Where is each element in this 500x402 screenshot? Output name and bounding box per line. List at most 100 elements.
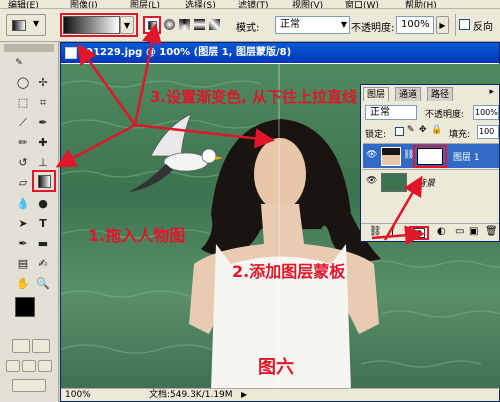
menu-window[interactable]: 窗口(W) <box>345 0 379 8</box>
document-title-bar[interactable]: 91229.jpg @ 100% (图层 1, 图层蒙版/8) <box>61 43 499 63</box>
adjustment-layer-icon[interactable]: ◐ <box>437 226 446 237</box>
toolbox: ✎ ◯ ✢ ⬚ ⌗ ⟋ ✒ ✏ ✚ ↺ ⊥ ▱ 💧 ● ➤ T ✒ ▬ ▤ ✍ … <box>0 42 59 402</box>
eyedropper-tool-icon[interactable]: ✍ <box>36 257 50 271</box>
angle-gradient-icon[interactable] <box>179 19 190 30</box>
healing-brush-icon[interactable]: ✚ <box>36 136 50 150</box>
lasso-icon[interactable]: ◯ <box>16 76 30 90</box>
eye-icon[interactable]: 👁 <box>366 150 377 160</box>
lock-label: 锁定: <box>365 130 387 140</box>
path-selection-icon[interactable]: ➤ <box>16 217 30 231</box>
eraser-icon[interactable]: ▱ <box>16 176 30 190</box>
dodge-icon[interactable]: ● <box>36 197 50 211</box>
blend-mode-value: 正常 <box>370 107 390 118</box>
tab-layers[interactable]: 图层 <box>363 87 390 101</box>
chevron-down-icon: ▼ <box>33 19 40 28</box>
mode-select[interactable]: 正常 ▼ <box>275 16 350 34</box>
menu-image[interactable]: 图像(I) <box>70 0 98 8</box>
lock-transparency-icon[interactable] <box>395 127 404 136</box>
quick-mask-button[interactable] <box>32 339 50 353</box>
tab-paths[interactable]: 路径 <box>427 87 454 101</box>
fill-label: 填充: <box>449 130 471 140</box>
reflected-gradient-icon[interactable] <box>194 19 205 30</box>
jump-to-imageready-button[interactable] <box>12 379 46 392</box>
layer-thumbnail[interactable] <box>381 173 407 192</box>
status-arrow-icon[interactable]: ▶ <box>241 389 247 401</box>
linear-gradient-button[interactable] <box>143 16 161 34</box>
shape-icon[interactable]: ▬ <box>36 237 50 251</box>
linear-gradient-icon <box>148 21 157 30</box>
figure-caption: 图六 <box>258 357 294 378</box>
gradient-editor-swatch[interactable] <box>63 16 120 34</box>
layer-name[interactable]: 背景 <box>417 176 435 189</box>
eye-icon[interactable]: 👁 <box>366 176 377 186</box>
blur-icon[interactable]: 💧 <box>16 197 30 211</box>
opacity-input[interactable]: 100% <box>396 16 434 34</box>
fill-input[interactable]: 100 <box>477 125 499 139</box>
menu-select[interactable]: 选择(S) <box>185 0 216 8</box>
menu-bar: 编辑(E) 图像(I) 图层(L) 选择(S) 滤镜(T) 视图(V) 窗口(W… <box>0 0 500 9</box>
diamond-gradient-icon[interactable] <box>209 19 220 30</box>
reverse-checkbox[interactable] <box>459 19 470 30</box>
screen-mode-standard[interactable] <box>6 360 20 372</box>
foreground-color-swatch[interactable] <box>15 297 35 317</box>
menu-help[interactable]: 帮助(H) <box>405 0 437 8</box>
menu-view[interactable]: 视图(V) <box>292 0 323 8</box>
eyedropper-icon[interactable]: ✒ <box>36 116 50 130</box>
opacity-slider-button[interactable]: ▶ <box>436 16 449 34</box>
toolbox-grip[interactable] <box>4 44 54 52</box>
trash-icon[interactable]: 🗑 <box>485 226 498 237</box>
standard-mode-button[interactable] <box>12 339 30 353</box>
crop-icon[interactable]: ⌗ <box>36 96 50 110</box>
brush-icon[interactable]: ✏ <box>16 136 30 150</box>
layer-name[interactable]: 图层 1 <box>453 150 480 163</box>
layer-mask-thumbnail[interactable] <box>417 148 443 165</box>
radial-gradient-icon[interactable] <box>164 19 175 30</box>
lock-all-icon[interactable]: 🔒 <box>431 125 442 135</box>
lock-move-icon[interactable]: ✥ <box>419 125 427 135</box>
add-layer-mask-button[interactable] <box>413 228 425 238</box>
menu-layer[interactable]: 图层(L) <box>130 0 160 8</box>
gradient-type-buttons <box>143 16 221 34</box>
document-title: 91229.jpg @ 100% (图层 1, 图层蒙版/8) <box>86 47 292 58</box>
clone-stamp-icon[interactable]: ⊥ <box>36 156 50 170</box>
menu-filter[interactable]: 滤镜(T) <box>238 0 269 8</box>
layer-thumbnail[interactable] <box>381 147 401 166</box>
document-size: 文档:549.3K/1.19M <box>149 390 233 400</box>
new-group-icon[interactable]: ▭ <box>455 226 464 237</box>
slice-icon[interactable]: ⟋ <box>16 116 30 130</box>
pen-icon[interactable]: ✒ <box>16 237 30 251</box>
notes-icon[interactable]: ▤ <box>16 257 30 271</box>
gradient-dropdown-button[interactable]: ▼ <box>120 16 134 34</box>
type-tool-icon[interactable]: T <box>36 217 50 231</box>
mask-icon <box>416 230 422 236</box>
opacity-label: 不透明度: <box>351 23 395 34</box>
menu-edit[interactable]: 编辑(E) <box>8 0 39 8</box>
history-brush-icon[interactable]: ↺ <box>16 156 30 170</box>
screen-mode-full-menu[interactable] <box>22 360 36 372</box>
layers-panel: 图层 通道 路径 ▸ 正常 不透明度: 100% 锁定: ✎ ✥ 🔒 填充: 1… <box>360 84 500 242</box>
layer-row-layer1[interactable]: 👁 ⛓ 图层 1 <box>363 143 499 168</box>
feather-icon: ✎ <box>15 58 23 68</box>
zoom-icon[interactable]: 🔍 <box>36 277 50 291</box>
layer-style-icon[interactable]: ƒ <box>391 226 395 237</box>
panel-menu-icon[interactable]: ▸ <box>489 87 494 97</box>
new-layer-icon[interactable]: ▣ <box>469 226 478 237</box>
layer-opacity-label: 不透明度: <box>425 110 465 120</box>
gradient-tool-button[interactable] <box>38 175 51 188</box>
layer-opacity-input[interactable]: 100% <box>473 105 499 120</box>
tool-preset-picker[interactable]: ▼ <box>6 14 46 36</box>
separator <box>455 14 456 36</box>
marquee-icon[interactable]: ⬚ <box>16 96 30 110</box>
magic-wand-icon[interactable]: ✢ <box>36 76 50 90</box>
blend-mode-select[interactable]: 正常 <box>365 105 417 120</box>
seagull-image <box>128 113 223 192</box>
layer-row-background[interactable]: 👁 背景 <box>363 169 499 194</box>
zoom-level[interactable]: 100% <box>65 389 91 401</box>
status-bar: 100% 文档:549.3K/1.19M ▶ <box>61 388 499 401</box>
mode-label: 模式: <box>236 23 260 34</box>
lock-brush-icon[interactable]: ✎ <box>407 125 415 135</box>
hand-icon[interactable]: ✋ <box>16 277 30 291</box>
screen-mode-full[interactable] <box>38 360 52 372</box>
link-layers-icon[interactable]: ⛓ <box>369 226 382 237</box>
tab-channels[interactable]: 通道 <box>395 87 422 101</box>
